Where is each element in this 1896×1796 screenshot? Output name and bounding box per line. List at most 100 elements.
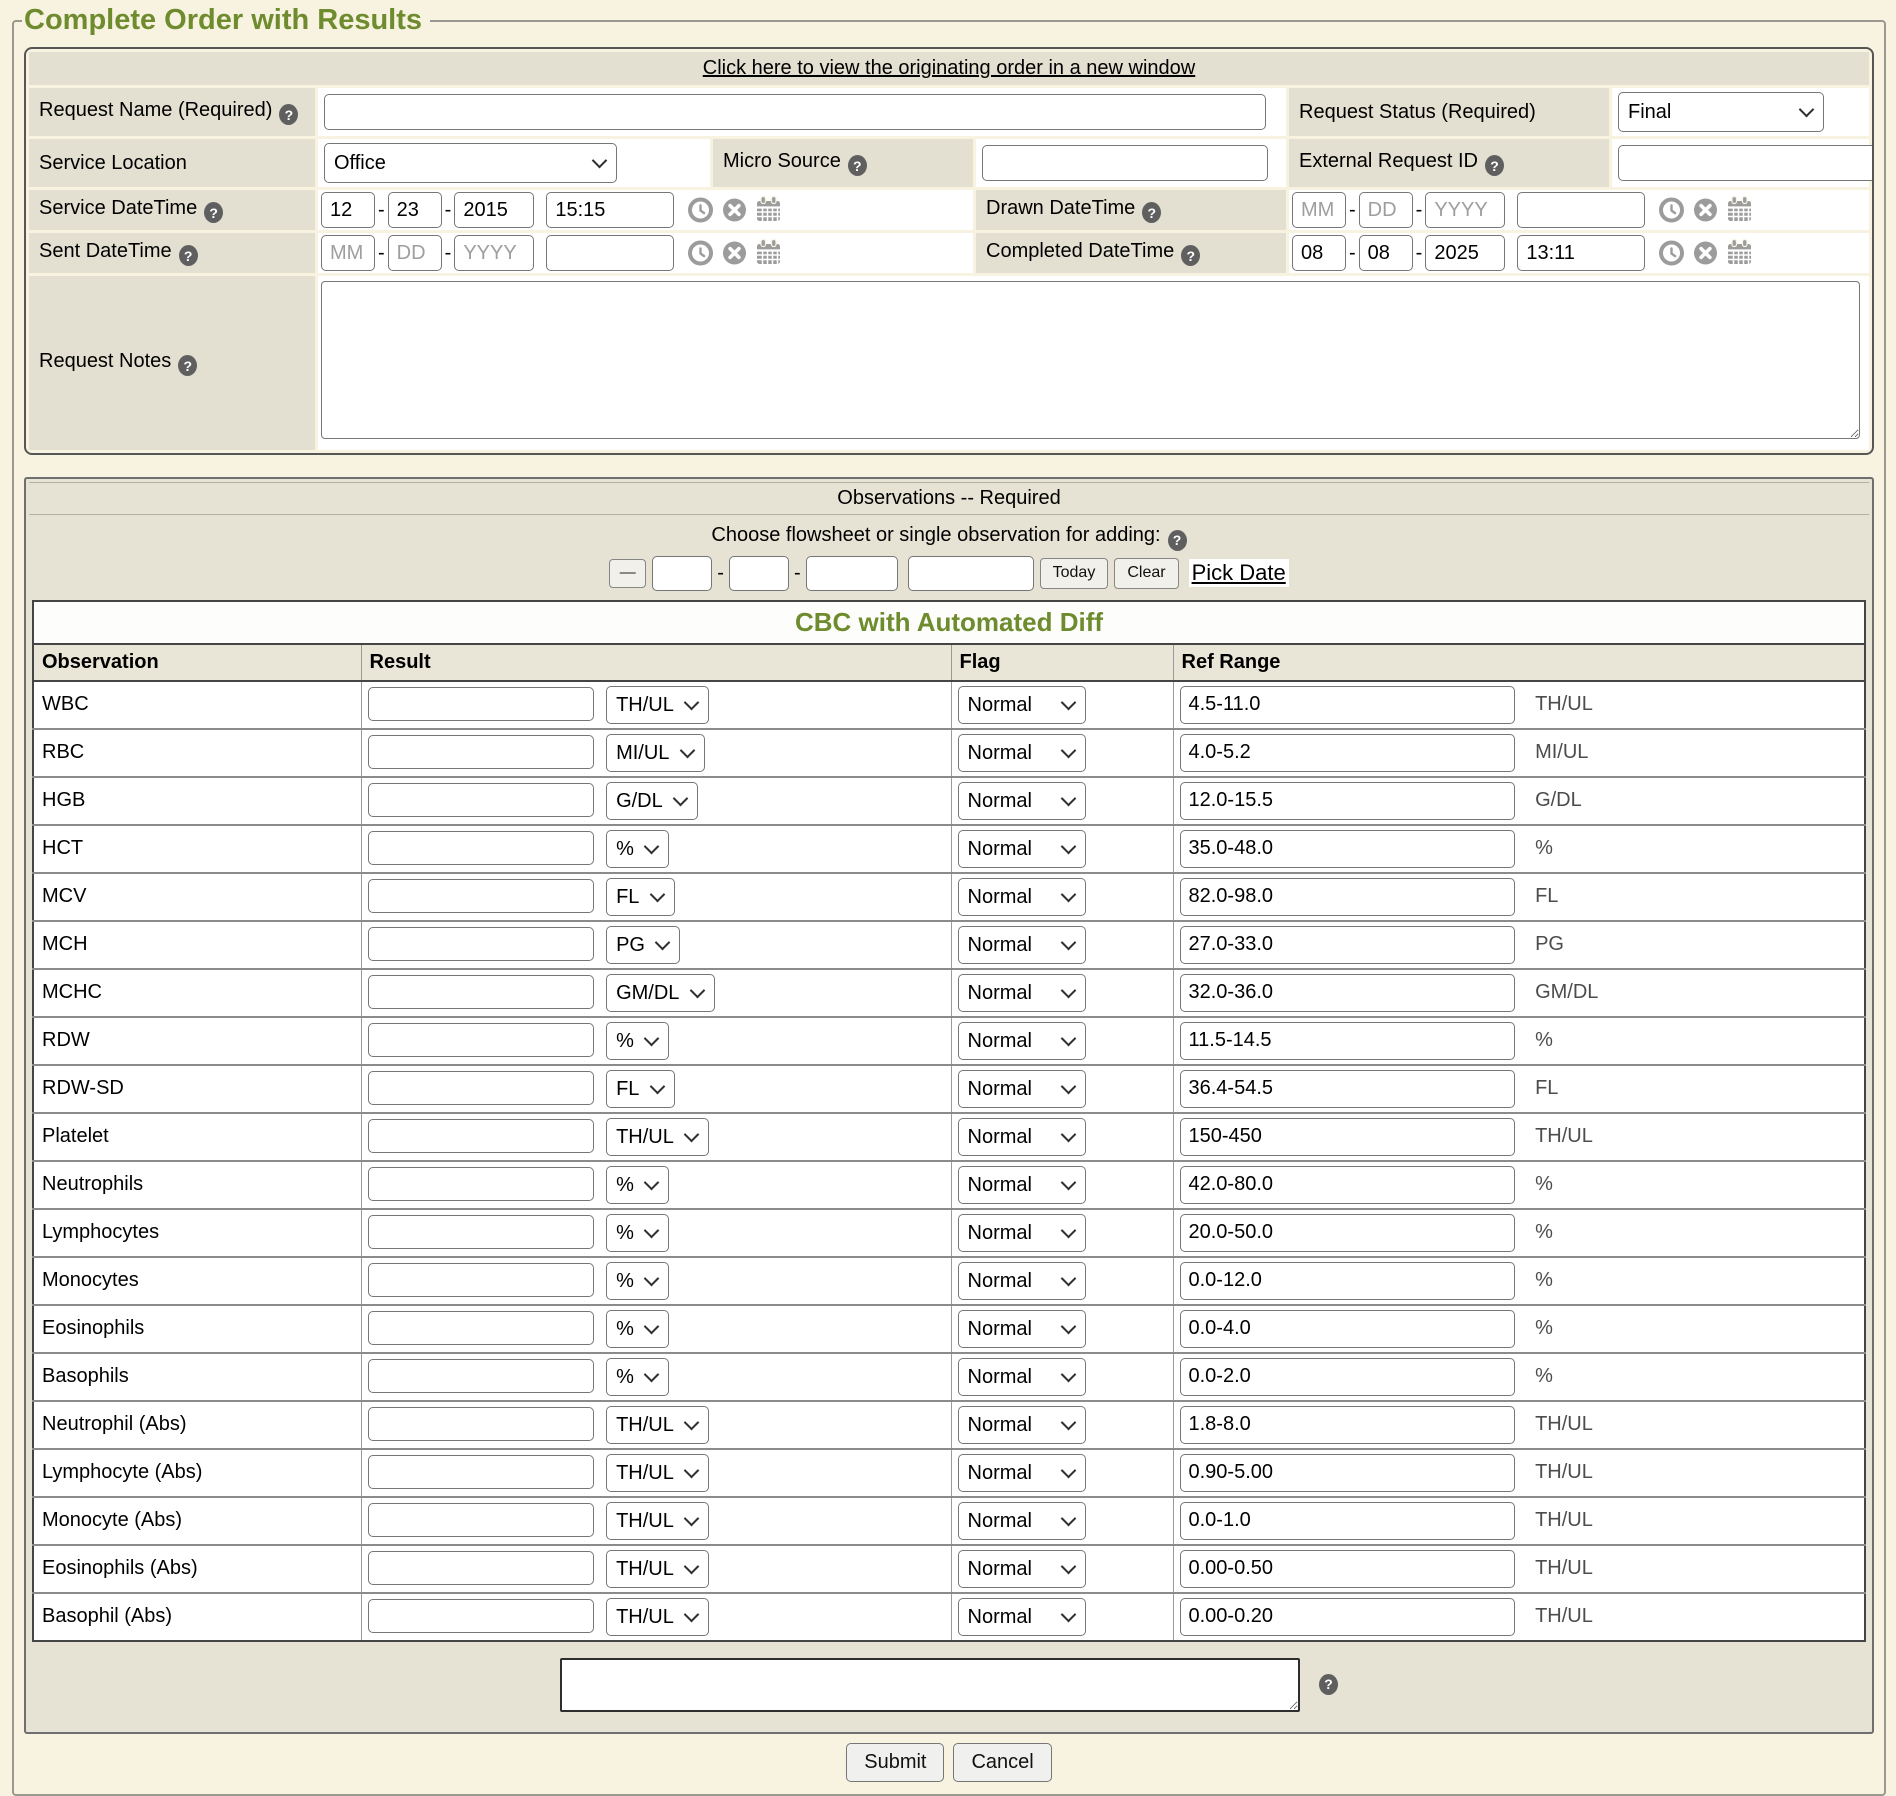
result-unit-select[interactable]: FL bbox=[606, 878, 675, 916]
service-location-select[interactable]: Office bbox=[324, 143, 617, 183]
flag-select[interactable]: Normal bbox=[958, 782, 1086, 820]
result-input[interactable] bbox=[368, 1599, 594, 1633]
result-input[interactable] bbox=[368, 735, 594, 769]
flag-select[interactable]: Normal bbox=[958, 1070, 1086, 1108]
clock-icon[interactable] bbox=[1657, 195, 1686, 225]
calendar-icon[interactable] bbox=[754, 195, 783, 225]
flag-select[interactable]: Normal bbox=[958, 926, 1086, 964]
result-input[interactable] bbox=[368, 831, 594, 865]
ref-range-input[interactable] bbox=[1180, 830, 1515, 868]
flag-select[interactable]: Normal bbox=[958, 1166, 1086, 1204]
result-input[interactable] bbox=[368, 1503, 594, 1537]
submit-button[interactable]: Submit bbox=[846, 1743, 944, 1782]
result-unit-select[interactable]: % bbox=[606, 1022, 669, 1060]
help-icon[interactable] bbox=[1485, 155, 1504, 176]
completed-year-input[interactable] bbox=[1425, 235, 1505, 271]
help-icon[interactable] bbox=[1142, 202, 1161, 223]
result-input[interactable] bbox=[368, 1023, 594, 1057]
service-time-input[interactable] bbox=[546, 192, 674, 228]
calendar-icon[interactable] bbox=[754, 238, 783, 268]
request-status-select[interactable]: Final bbox=[1618, 92, 1824, 132]
help-icon[interactable] bbox=[1319, 1674, 1338, 1695]
calendar-icon[interactable] bbox=[1725, 195, 1754, 225]
result-input[interactable] bbox=[368, 783, 594, 817]
view-originating-order-link[interactable]: Click here to view the originating order… bbox=[703, 57, 1195, 79]
request-name-input[interactable] bbox=[324, 94, 1266, 130]
ref-range-input[interactable] bbox=[1180, 1214, 1515, 1252]
flag-select[interactable]: Normal bbox=[958, 830, 1086, 868]
flag-select[interactable]: Normal bbox=[958, 1022, 1086, 1060]
help-icon[interactable] bbox=[279, 104, 298, 125]
external-request-id-input[interactable] bbox=[1618, 145, 1874, 181]
drawn-time-input[interactable] bbox=[1517, 192, 1645, 228]
result-input[interactable] bbox=[368, 1407, 594, 1441]
obs-time-input[interactable] bbox=[908, 556, 1034, 591]
clear-button[interactable]: Clear bbox=[1114, 558, 1178, 589]
completed-month-input[interactable] bbox=[1292, 235, 1346, 271]
flag-select[interactable]: Normal bbox=[958, 1358, 1086, 1396]
result-input[interactable] bbox=[368, 1551, 594, 1585]
result-unit-select[interactable]: % bbox=[606, 1214, 669, 1252]
help-icon[interactable] bbox=[1168, 530, 1187, 551]
result-input[interactable] bbox=[368, 927, 594, 961]
result-input[interactable] bbox=[368, 687, 594, 721]
result-unit-select[interactable]: TH/UL bbox=[606, 1454, 709, 1492]
sent-day-input[interactable] bbox=[388, 235, 442, 271]
result-input[interactable] bbox=[368, 1359, 594, 1393]
flag-select[interactable]: Normal bbox=[958, 1214, 1086, 1252]
ref-range-input[interactable] bbox=[1180, 878, 1515, 916]
result-unit-select[interactable]: % bbox=[606, 1262, 669, 1300]
ref-range-input[interactable] bbox=[1180, 1358, 1515, 1396]
ref-range-input[interactable] bbox=[1180, 1022, 1515, 1060]
ref-range-input[interactable] bbox=[1180, 1550, 1515, 1588]
clock-icon[interactable] bbox=[686, 238, 715, 268]
service-day-input[interactable] bbox=[388, 192, 442, 228]
flag-select[interactable]: Normal bbox=[958, 1502, 1086, 1540]
result-unit-select[interactable]: TH/UL bbox=[606, 1502, 709, 1540]
drawn-month-input[interactable] bbox=[1292, 192, 1346, 228]
flag-select[interactable]: Normal bbox=[958, 974, 1086, 1012]
flag-select[interactable]: Normal bbox=[958, 1262, 1086, 1300]
service-month-input[interactable] bbox=[321, 192, 375, 228]
drawn-year-input[interactable] bbox=[1425, 192, 1505, 228]
pick-date-link[interactable]: Pick Date bbox=[1189, 559, 1289, 587]
ref-range-input[interactable] bbox=[1180, 1166, 1515, 1204]
obs-day-input[interactable] bbox=[729, 556, 789, 591]
result-unit-select[interactable]: FL bbox=[606, 1070, 675, 1108]
flag-select[interactable]: Normal bbox=[958, 878, 1086, 916]
ref-range-input[interactable] bbox=[1180, 1118, 1515, 1156]
result-unit-select[interactable]: GM/DL bbox=[606, 974, 715, 1012]
result-unit-select[interactable]: G/DL bbox=[606, 782, 698, 820]
clear-date-icon[interactable] bbox=[720, 195, 749, 225]
result-unit-select[interactable]: TH/UL bbox=[606, 1550, 709, 1588]
ref-range-input[interactable] bbox=[1180, 1454, 1515, 1492]
sent-time-input[interactable] bbox=[546, 235, 674, 271]
ref-range-input[interactable] bbox=[1180, 1262, 1515, 1300]
ref-range-input[interactable] bbox=[1180, 1070, 1515, 1108]
help-icon[interactable] bbox=[1181, 245, 1200, 266]
result-unit-select[interactable]: TH/UL bbox=[606, 1118, 709, 1156]
today-button[interactable]: Today bbox=[1040, 558, 1109, 589]
flag-select[interactable]: Normal bbox=[958, 1454, 1086, 1492]
drawn-day-input[interactable] bbox=[1359, 192, 1413, 228]
completed-day-input[interactable] bbox=[1359, 235, 1413, 271]
result-input[interactable] bbox=[368, 1455, 594, 1489]
ref-range-input[interactable] bbox=[1180, 1502, 1515, 1540]
ref-range-input[interactable] bbox=[1180, 782, 1515, 820]
clear-date-icon[interactable] bbox=[720, 238, 749, 268]
help-icon[interactable] bbox=[178, 355, 197, 376]
result-unit-select[interactable]: % bbox=[606, 830, 669, 868]
sent-year-input[interactable] bbox=[454, 235, 534, 271]
ref-range-input[interactable] bbox=[1180, 1598, 1515, 1636]
obs-month-input[interactable] bbox=[652, 556, 712, 591]
result-input[interactable] bbox=[368, 1263, 594, 1297]
result-unit-select[interactable]: % bbox=[606, 1310, 669, 1348]
ref-range-input[interactable] bbox=[1180, 974, 1515, 1012]
result-unit-select[interactable]: % bbox=[606, 1358, 669, 1396]
result-unit-select[interactable]: PG bbox=[606, 926, 680, 964]
flag-select[interactable]: Normal bbox=[958, 1118, 1086, 1156]
result-input[interactable] bbox=[368, 1215, 594, 1249]
clear-date-icon[interactable] bbox=[1691, 195, 1720, 225]
result-input[interactable] bbox=[368, 975, 594, 1009]
ref-range-input[interactable] bbox=[1180, 1310, 1515, 1348]
